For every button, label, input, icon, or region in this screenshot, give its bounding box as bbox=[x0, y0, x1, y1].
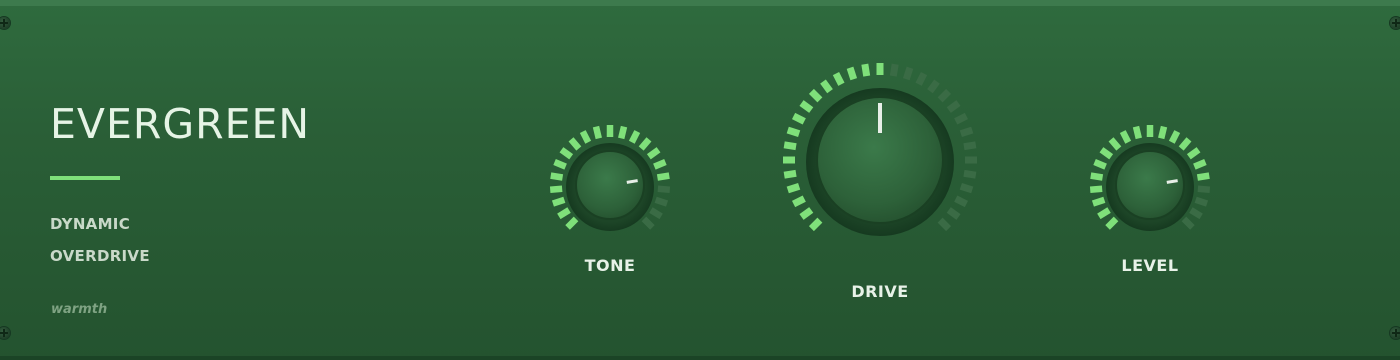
knob-segment bbox=[1186, 147, 1201, 160]
plugin-panel: EVERGREEN DYNAMIC OVERDRIVE warmth TONE … bbox=[0, 0, 1400, 360]
knob-segment bbox=[592, 125, 602, 140]
knob-segment bbox=[783, 141, 797, 151]
knob-segment bbox=[641, 216, 655, 230]
knob-segment bbox=[1197, 185, 1211, 193]
knob-segment bbox=[808, 88, 823, 103]
knob-segment bbox=[1093, 159, 1107, 170]
top-strip bbox=[0, 0, 1400, 6]
subtitle-line-1: DYNAMIC bbox=[50, 215, 131, 233]
knob-segment bbox=[1194, 196, 1209, 207]
knob-segment bbox=[1105, 216, 1119, 230]
screw-icon bbox=[0, 17, 10, 29]
knob-segment bbox=[937, 217, 952, 232]
knob-segment bbox=[820, 79, 833, 94]
knob-segment bbox=[963, 141, 977, 151]
knob-segment bbox=[946, 207, 961, 220]
knob-segment bbox=[861, 63, 871, 77]
knob-segment bbox=[1097, 207, 1111, 220]
knob-segment bbox=[1090, 172, 1104, 181]
knob-segment bbox=[646, 147, 661, 160]
knob-segment bbox=[618, 125, 628, 140]
drive-label: DRIVE bbox=[851, 282, 909, 301]
knob-segment bbox=[791, 195, 806, 208]
knob-segment bbox=[551, 196, 566, 207]
knob-segment bbox=[832, 71, 845, 86]
knob-segment bbox=[786, 182, 801, 194]
knob-segment bbox=[656, 172, 670, 181]
subtitle-line-2: OVERDRIVE bbox=[50, 247, 150, 265]
knob-body[interactable] bbox=[1115, 150, 1185, 220]
knob-pointer bbox=[626, 179, 638, 184]
knob-segment bbox=[799, 207, 814, 220]
knob-segment bbox=[549, 185, 563, 193]
knob-segment bbox=[786, 126, 801, 138]
knob-segment bbox=[1181, 216, 1195, 230]
knob-segment bbox=[654, 196, 669, 207]
bottom-edge bbox=[0, 356, 1400, 360]
plugin-title: EVERGREEN bbox=[50, 100, 311, 148]
knob-segment bbox=[915, 71, 928, 86]
knob-body[interactable] bbox=[575, 150, 645, 220]
knob-segment bbox=[937, 88, 952, 103]
knob-segment bbox=[1099, 147, 1114, 160]
knob-segment bbox=[1089, 185, 1103, 193]
knob-segment bbox=[1196, 172, 1210, 181]
knob-segment bbox=[954, 112, 969, 125]
level-label: LEVEL bbox=[1121, 256, 1179, 275]
knob-segment bbox=[1168, 130, 1181, 144]
knob-segment bbox=[568, 137, 582, 151]
knob-segment bbox=[902, 66, 914, 81]
knob-segment bbox=[1119, 130, 1132, 144]
knob-segment bbox=[638, 137, 652, 151]
knob-segment bbox=[799, 100, 814, 113]
knob-segment bbox=[553, 159, 567, 170]
tone-knob[interactable] bbox=[540, 115, 680, 255]
knob-segment bbox=[550, 172, 564, 181]
tagline: warmth bbox=[51, 302, 108, 317]
knob-segment bbox=[1193, 159, 1207, 170]
knob-segment bbox=[565, 216, 579, 230]
knob-segment bbox=[559, 147, 574, 160]
knob-segment bbox=[1108, 137, 1122, 151]
knob-pointer bbox=[1166, 179, 1178, 184]
knob-segment bbox=[791, 112, 806, 125]
screw-icon bbox=[0, 327, 10, 339]
knob-segment bbox=[1178, 137, 1192, 151]
knob-segment bbox=[1189, 207, 1203, 220]
knob-segment bbox=[1158, 125, 1168, 140]
knob-segment bbox=[954, 195, 969, 208]
knob-segment bbox=[628, 130, 641, 144]
knob-segment bbox=[1091, 196, 1106, 207]
knob-segment bbox=[657, 185, 671, 193]
knob-segment bbox=[557, 207, 571, 220]
tone-label: TONE bbox=[584, 256, 636, 275]
knob-segment bbox=[959, 182, 974, 194]
level-knob[interactable] bbox=[1080, 115, 1220, 255]
knob-segment bbox=[579, 130, 592, 144]
knob-segment bbox=[963, 169, 977, 179]
screw-icon bbox=[1390, 327, 1400, 339]
knob-segment bbox=[649, 207, 663, 220]
screw-icon bbox=[1390, 17, 1400, 29]
knob-segment bbox=[959, 126, 974, 138]
knob-segment bbox=[653, 159, 667, 170]
title-underline bbox=[50, 176, 120, 180]
knob-segment bbox=[808, 217, 823, 232]
knob-segment bbox=[1132, 125, 1142, 140]
knob-segment bbox=[927, 79, 940, 94]
drive-knob[interactable] bbox=[770, 50, 990, 270]
knob-segment bbox=[946, 100, 961, 113]
knob-segment bbox=[889, 63, 899, 77]
knob-segment bbox=[846, 66, 858, 81]
knob-segment bbox=[783, 169, 797, 179]
